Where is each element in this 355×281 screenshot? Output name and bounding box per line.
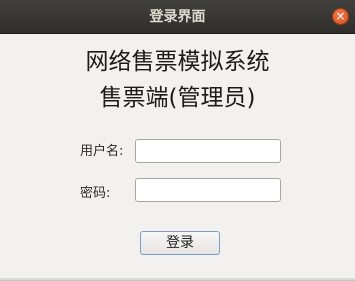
login-window: 登录界面 × 网络售票模拟系统 售票端(管理员) 用户名: 密码: 登录	[0, 0, 355, 281]
password-label: 密码:	[80, 186, 111, 201]
close-icon[interactable]: ×	[332, 8, 349, 25]
system-subtitle: 售票端(管理员)	[99, 85, 256, 111]
system-title: 网络售票模拟系统	[85, 49, 270, 75]
login-button[interactable]: 登录	[140, 231, 220, 255]
username-label: 用户名:	[80, 144, 124, 159]
title-bar[interactable]: 登录界面 ×	[0, 0, 355, 34]
username-field[interactable]	[135, 139, 281, 163]
window-title: 登录界面	[149, 9, 206, 25]
password-field[interactable]	[135, 178, 281, 202]
